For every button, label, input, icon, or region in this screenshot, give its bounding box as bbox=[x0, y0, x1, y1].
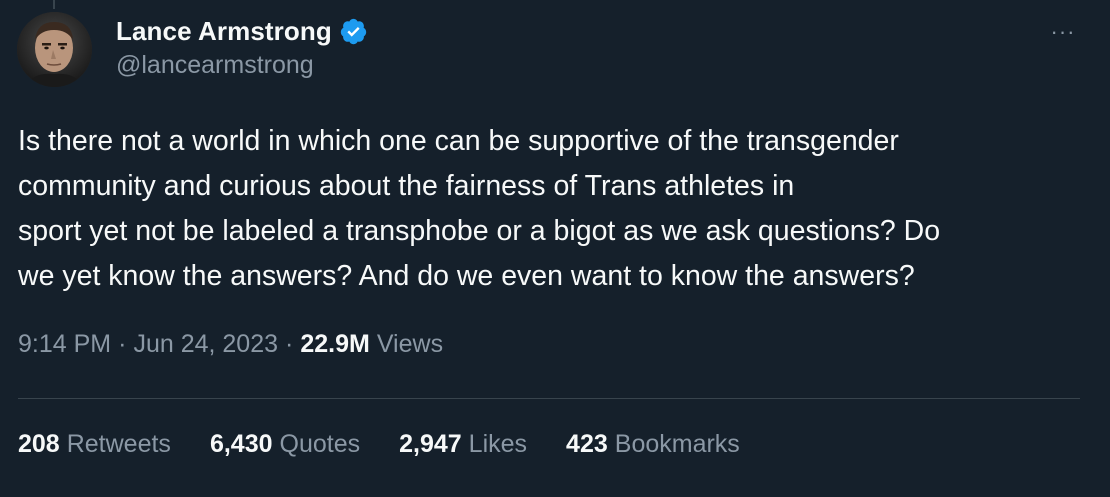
verified-badge-icon[interactable] bbox=[339, 17, 368, 46]
author-display-name[interactable]: Lance Armstrong bbox=[116, 16, 332, 47]
quotes-count: 6,430 bbox=[209, 430, 273, 458]
author-handle[interactable]: @lancearmstrong bbox=[116, 51, 314, 80]
avatar[interactable] bbox=[17, 12, 92, 87]
views-count[interactable]: 22.9M bbox=[300, 330, 369, 359]
quotes-label: Quotes bbox=[279, 430, 361, 458]
retweets-stat[interactable]: 208 Retweets bbox=[18, 430, 171, 459]
bookmarks-stat[interactable]: 423 Bookmarks bbox=[566, 430, 740, 459]
tweet-meta: 9:14 PM · Jun 24, 2023 · 22.9M Views bbox=[18, 330, 443, 359]
thread-line bbox=[53, 0, 55, 9]
likes-stat[interactable]: 2,947 Likes bbox=[399, 430, 527, 459]
engagement-stats: 208 Retweets 6,430 Quotes 2,947 Likes 42… bbox=[18, 430, 740, 459]
likes-label: Likes bbox=[468, 430, 528, 458]
retweets-count: 208 bbox=[18, 430, 60, 458]
author-name-row: Lance Armstrong bbox=[116, 14, 368, 48]
bookmarks-label: Bookmarks bbox=[614, 430, 740, 458]
more-options-icon[interactable]: ··· bbox=[1046, 19, 1080, 44]
bookmarks-count: 423 bbox=[566, 430, 608, 458]
likes-count: 2,947 bbox=[399, 430, 462, 458]
meta-separator: · bbox=[118, 330, 127, 358]
quotes-stat[interactable]: 6,430 Quotes bbox=[210, 430, 360, 459]
tweet-text: Is there not a world in which one can be… bbox=[18, 125, 941, 292]
divider bbox=[18, 398, 1080, 399]
tweet-time[interactable]: 9:14 PM bbox=[18, 330, 111, 359]
retweets-label: Retweets bbox=[66, 430, 171, 458]
tweet-card: Lance Armstrong @lancearmstrong ··· Is t… bbox=[0, 0, 1110, 497]
views-label[interactable]: Views bbox=[377, 330, 443, 359]
meta-separator: · bbox=[285, 330, 294, 358]
tweet-date[interactable]: Jun 24, 2023 bbox=[133, 330, 278, 359]
